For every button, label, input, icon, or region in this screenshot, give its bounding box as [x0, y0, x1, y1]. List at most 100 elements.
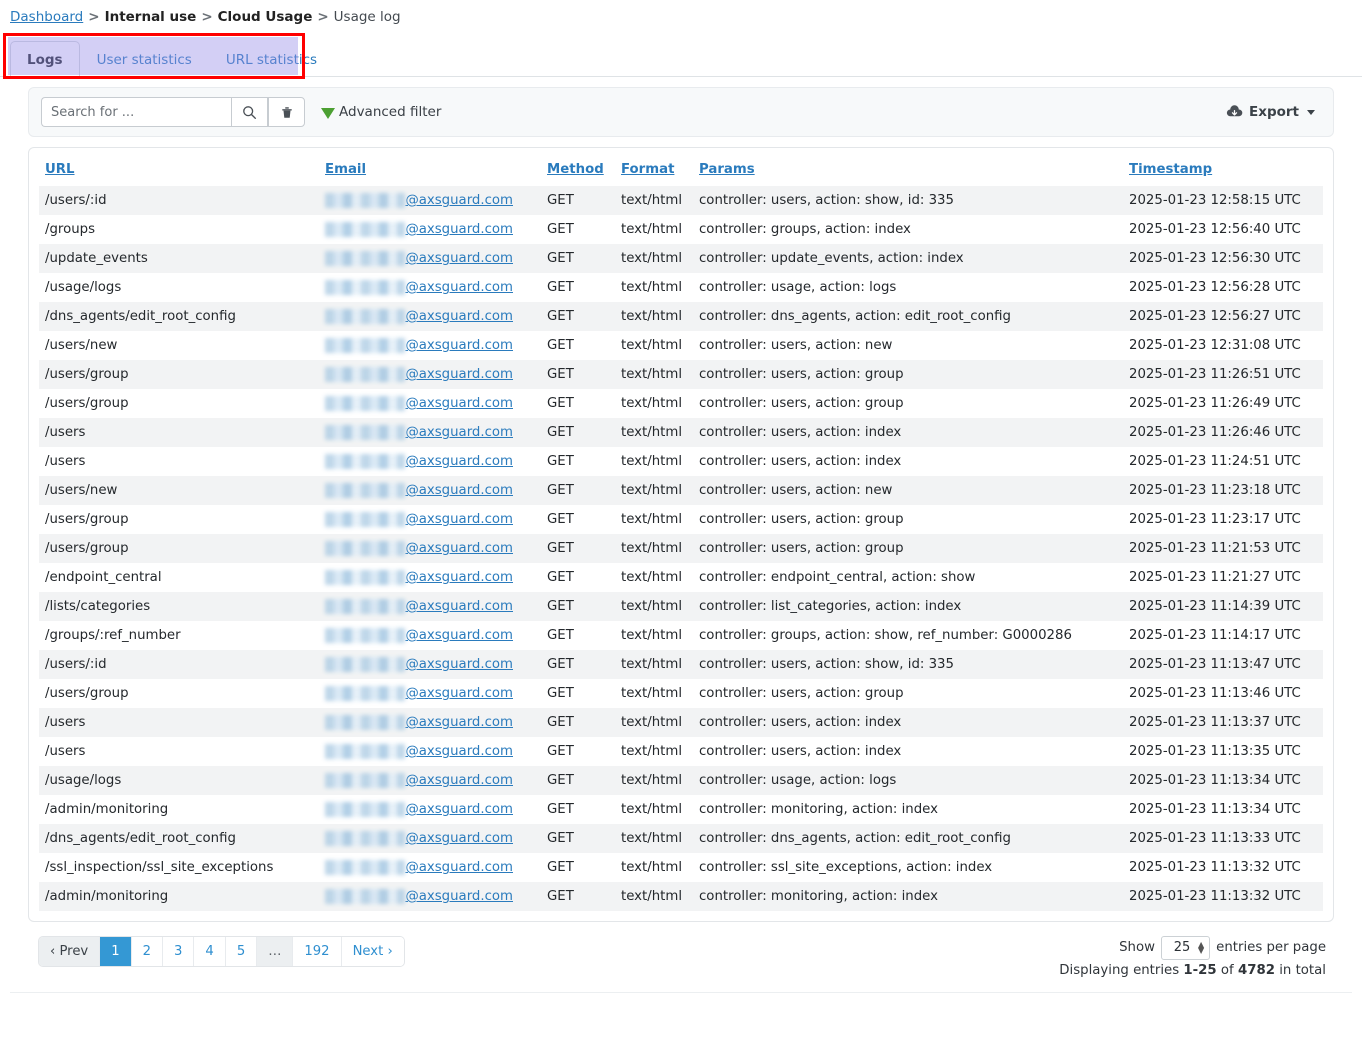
entries-per-page-stepper[interactable]: 25 ▲ ▼: [1161, 936, 1211, 960]
cell-method: GET: [547, 309, 574, 324]
cell-format: text/html: [621, 483, 683, 498]
table-row: /groups/:ref_number @axsguard.com GET text/…: [39, 621, 1323, 650]
cell-url: /dns_agents/edit_root_config: [45, 831, 236, 846]
email-link[interactable]: @axsguard.com: [405, 570, 513, 585]
cell-method: GET: [547, 802, 574, 817]
table-header-row: URL Email Method Format Params Timestamp: [39, 156, 1323, 186]
pagination-prev[interactable]: ‹ Prev: [39, 937, 101, 966]
pagination-page-5[interactable]: 5: [225, 937, 258, 966]
email-link[interactable]: @axsguard.com: [405, 802, 513, 817]
pagination-page-1[interactable]: 1: [100, 937, 132, 966]
displaying-prefix: Displaying entries: [1059, 963, 1180, 978]
advanced-filter-button[interactable]: Advanced filter: [321, 104, 441, 120]
cell-email: @axsguard.com: [319, 331, 541, 360]
email-link[interactable]: @axsguard.com: [405, 512, 513, 527]
cell-format: text/html: [621, 512, 683, 527]
cell-params: controller: dns_agents, action: edit_roo…: [699, 831, 1011, 846]
redacted-email-username: [325, 193, 406, 208]
export-label: Export: [1249, 104, 1299, 120]
table-row: /lists/categories @axsguard.com GET text/ht…: [39, 592, 1323, 621]
email-link[interactable]: @axsguard.com: [405, 367, 513, 382]
cell-format: text/html: [621, 222, 683, 237]
email-link[interactable]: @axsguard.com: [405, 309, 513, 324]
pagination-page-2[interactable]: 2: [131, 937, 164, 966]
email-link[interactable]: @axsguard.com: [405, 425, 513, 440]
cell-url: /users/group: [45, 367, 129, 382]
cell-email: @axsguard.com: [319, 621, 541, 650]
email-link[interactable]: @axsguard.com: [405, 454, 513, 469]
email-link[interactable]: @axsguard.com: [405, 483, 513, 498]
column-header-url: URL: [39, 156, 319, 186]
sort-link-params[interactable]: Params: [699, 162, 755, 177]
displaying-total: 4782: [1237, 963, 1275, 978]
cell-url: /ssl_inspection/ssl_site_exceptions: [45, 860, 274, 875]
email-link[interactable]: @axsguard.com: [405, 628, 513, 643]
email-link[interactable]: @axsguard.com: [405, 338, 513, 353]
email-link[interactable]: @axsguard.com: [405, 657, 513, 672]
cell-method: GET: [547, 512, 574, 527]
email-link[interactable]: @axsguard.com: [405, 251, 513, 266]
cell-method: GET: [547, 367, 574, 382]
sort-link-timestamp[interactable]: Timestamp: [1129, 162, 1212, 177]
email-link[interactable]: @axsguard.com: [405, 541, 513, 556]
funnel-icon: [321, 107, 335, 119]
cell-email: @axsguard.com: [319, 650, 541, 679]
sort-link-url[interactable]: URL: [45, 162, 75, 177]
breadcrumb-item-usage-log: Usage log: [333, 9, 401, 25]
pagination-page-192[interactable]: 192: [293, 937, 342, 966]
email-link[interactable]: @axsguard.com: [405, 599, 513, 614]
usage-log-table: URL Email Method Format Params Timestamp…: [39, 156, 1323, 911]
sort-link-format[interactable]: Format: [621, 162, 674, 177]
redacted-email-username: [325, 251, 406, 266]
cell-format: text/html: [621, 802, 683, 817]
cell-email: @axsguard.com: [319, 882, 541, 911]
cell-format: text/html: [621, 396, 683, 411]
cell-method: GET: [547, 338, 574, 353]
redacted-email-username: [325, 860, 406, 875]
column-header-format: Format: [615, 156, 693, 186]
cell-email: @axsguard.com: [319, 708, 541, 737]
tab-url-statistics[interactable]: URL statistics: [209, 41, 334, 78]
breadcrumb-item-internal-use[interactable]: Internal use: [105, 9, 197, 25]
email-link[interactable]: @axsguard.com: [405, 744, 513, 759]
email-link[interactable]: @axsguard.com: [405, 715, 513, 730]
column-header-method: Method: [541, 156, 615, 186]
cell-params: controller: dns_agents, action: edit_roo…: [699, 309, 1011, 324]
email-link[interactable]: @axsguard.com: [405, 686, 513, 701]
email-link[interactable]: @axsguard.com: [405, 396, 513, 411]
pagination-next[interactable]: Next ›: [341, 937, 404, 966]
search-input[interactable]: [41, 97, 231, 127]
sort-link-email[interactable]: Email: [325, 162, 366, 177]
cell-timestamp: 2025-01-23 12:58:15 UTC: [1129, 193, 1301, 208]
breadcrumb-item-cloud-usage[interactable]: Cloud Usage: [218, 9, 313, 25]
search-button[interactable]: [231, 97, 268, 127]
email-link[interactable]: @axsguard.com: [405, 280, 513, 295]
table-row: /users/:id @axsguard.com GET text/html contr…: [39, 650, 1323, 679]
email-link[interactable]: @axsguard.com: [405, 222, 513, 237]
cell-url: /admin/monitoring: [45, 889, 169, 904]
email-link[interactable]: @axsguard.com: [405, 773, 513, 788]
total-suffix: in total: [1279, 963, 1326, 978]
pagination: ‹ Prev 1 2 3 4 5… 192 Next ›: [38, 936, 405, 967]
email-link[interactable]: @axsguard.com: [405, 860, 513, 875]
search-group: [41, 97, 305, 127]
cell-url: /users/new: [45, 483, 118, 498]
cloud-download-icon: [1226, 105, 1243, 119]
email-link[interactable]: @axsguard.com: [405, 193, 513, 208]
pagination-page-3[interactable]: 3: [163, 937, 195, 966]
email-link[interactable]: @axsguard.com: [405, 831, 513, 846]
export-button[interactable]: Export: [1226, 104, 1321, 120]
cell-email: @axsguard.com: [319, 679, 541, 708]
tab-logs[interactable]: Logs: [10, 41, 80, 78]
table-row: /users @axsguard.com GET text/html controlle…: [39, 737, 1323, 766]
clear-search-button[interactable]: [268, 97, 305, 127]
sort-link-method[interactable]: Method: [547, 162, 604, 177]
pagination-page-4[interactable]: 4: [194, 937, 226, 966]
breadcrumb-item-dashboard[interactable]: Dashboard: [10, 9, 83, 25]
cell-email: @axsguard.com: [319, 244, 541, 273]
tab-user-statistics[interactable]: User statistics: [80, 41, 209, 78]
cell-timestamp: 2025-01-23 11:21:27 UTC: [1129, 570, 1301, 585]
table-row: /users/new @axsguard.com GET text/html contr…: [39, 331, 1323, 360]
cell-params: controller: users, action: index: [699, 425, 902, 440]
email-link[interactable]: @axsguard.com: [405, 889, 513, 904]
